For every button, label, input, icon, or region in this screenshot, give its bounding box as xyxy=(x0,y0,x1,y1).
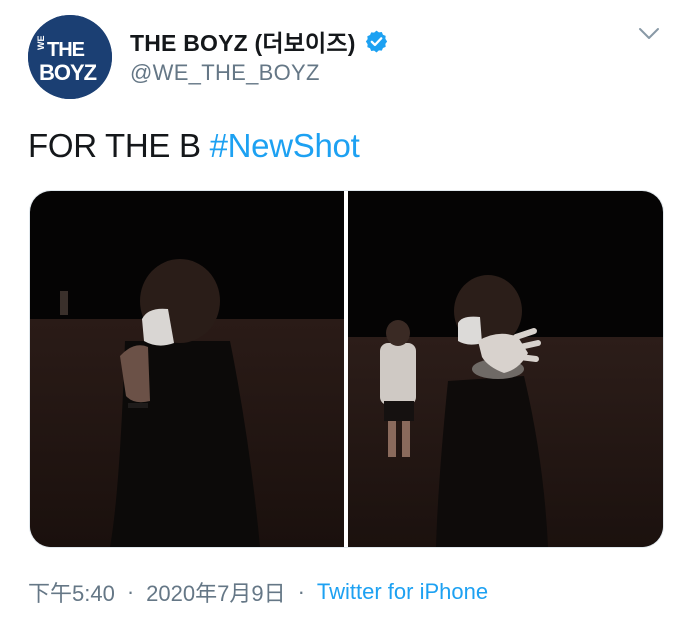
chevron-down-icon[interactable] xyxy=(636,24,662,44)
meta-separator: · xyxy=(126,579,135,604)
svg-text:WE: WE xyxy=(36,36,46,51)
svg-text:BOYZ: BOYZ xyxy=(39,60,97,85)
verified-badge-icon xyxy=(365,30,387,52)
tweet-metadata: 下午5:40 · 2020年7月9日 · Twitter for iPhone xyxy=(28,576,488,608)
author-name-row[interactable]: THE BOYZ (더보이즈) xyxy=(130,24,389,58)
tweet-card: WE THE BOYZ THE BOYZ (더보이즈) @WE_THE_BOYZ… xyxy=(0,0,690,631)
author-handle[interactable]: @WE_THE_BOYZ xyxy=(130,60,320,86)
tweet-body-text: FOR THE B xyxy=(28,127,201,164)
display-name[interactable]: THE BOYZ (더보이즈) xyxy=(130,24,356,58)
photo-1[interactable] xyxy=(30,191,344,547)
hashtag-link[interactable]: #NewShot xyxy=(210,127,360,164)
meta-separator: · xyxy=(297,579,305,604)
avatar[interactable]: WE THE BOYZ xyxy=(28,15,112,99)
tweet-text: FOR THE B #NewShot xyxy=(28,127,360,165)
tweet-source-link[interactable]: Twitter for iPhone xyxy=(317,579,488,605)
avatar-logo: WE THE BOYZ xyxy=(28,15,112,99)
svg-text:THE: THE xyxy=(47,39,85,61)
media-grid xyxy=(29,190,664,548)
tweet-date[interactable]: 2020年7月9日 xyxy=(146,576,285,608)
tweet-time[interactable]: 下午5:40 xyxy=(28,576,115,608)
photo-2[interactable] xyxy=(348,191,663,547)
